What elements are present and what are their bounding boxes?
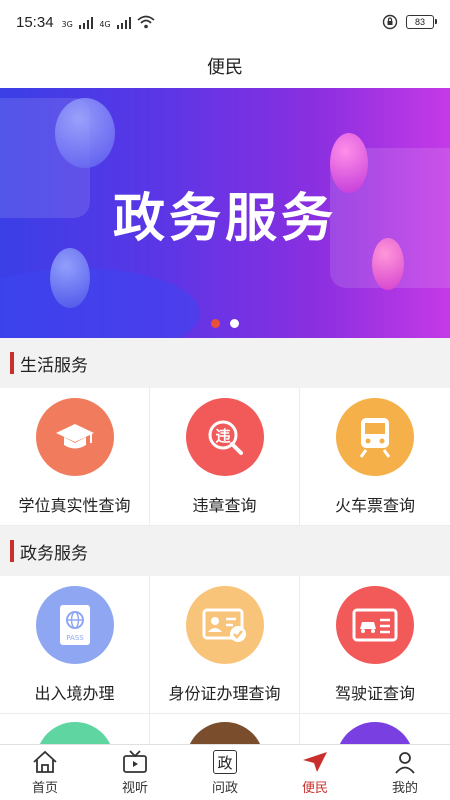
services-next-row-partial (0, 714, 450, 744)
battery-level: 83 (414, 17, 425, 27)
zheng-icon: 政 (213, 749, 237, 775)
status-right: 83 (382, 14, 437, 30)
service-icon-circle (185, 722, 264, 744)
section-title: 政务服务 (20, 543, 88, 564)
tab-label: 便民 (301, 781, 328, 796)
user-icon (393, 749, 417, 775)
tab-home[interactable]: 首页 (0, 745, 90, 800)
banner-decor-blob (50, 248, 90, 308)
service-label: 驾驶证查询 (334, 684, 415, 703)
tab-label: 视听 (121, 781, 148, 796)
bottom-tab-bar: 首页 视听 政 问政 便民 我的 (0, 744, 450, 800)
service-icon-circle (336, 722, 414, 744)
tab-politics[interactable]: 政 问政 (180, 745, 270, 800)
section-header-gov: 政务服务 (0, 526, 450, 576)
service-partial-3[interactable] (300, 714, 450, 744)
send-icon (301, 749, 329, 775)
page-title: 便民 (207, 57, 243, 78)
service-label: 火车票查询 (334, 496, 415, 515)
section-title: 生活服务 (20, 355, 88, 376)
carousel-indicator (0, 319, 450, 328)
service-icon-circle (35, 722, 114, 744)
tab-convenience[interactable]: 便民 (270, 745, 360, 800)
service-partial-1[interactable] (0, 714, 150, 744)
banner-carousel[interactable]: 政务服务 (0, 88, 450, 338)
service-label: 学位真实性查询 (18, 496, 131, 515)
signal-icon (78, 17, 94, 29)
section-accent-bar (10, 352, 14, 374)
service-train-ticket[interactable]: 火车票查询 (300, 388, 450, 526)
train-icon (336, 398, 414, 476)
section-accent-bar (10, 540, 14, 562)
sim2-label: 4G (99, 20, 111, 29)
tab-label: 首页 (31, 781, 58, 796)
app-root: 15:34 3G 4G 83 便民 政务服务 生活服务 学位真实性查询 违 违章… (0, 0, 450, 800)
service-label: 违章查询 (192, 496, 257, 515)
svg-text:违: 违 (215, 427, 230, 445)
home-icon (32, 749, 58, 775)
life-services-grid: 学位真实性查询 违 违章查询 火车票查询 (0, 388, 450, 526)
carousel-dot-2[interactable] (230, 319, 239, 328)
wifi-icon (137, 15, 155, 29)
tab-profile[interactable]: 我的 (360, 745, 450, 800)
service-exit-entry[interactable]: PASS 出入境办理 (0, 576, 150, 714)
title-bar: 便民 (0, 44, 450, 88)
service-degree-verify[interactable]: 学位真实性查询 (0, 388, 150, 526)
signal-group: 3G 4G (62, 15, 156, 29)
status-time: 15:34 (16, 13, 54, 31)
service-id-card[interactable]: 身份证办理查询 (150, 576, 300, 714)
lock-rotation-icon (382, 14, 398, 30)
service-label: 出入境办理 (34, 684, 115, 703)
gov-services-grid: PASS 出入境办理 身份证办理查询 驾驶证查询 (0, 576, 450, 714)
status-bar: 15:34 3G 4G 83 (0, 0, 450, 44)
sim1-label: 3G (61, 20, 73, 29)
service-label: 身份证办理查询 (168, 684, 281, 703)
carousel-dot-1[interactable] (211, 319, 220, 328)
graduation-cap-icon (35, 398, 114, 476)
section-header-life: 生活服务 (0, 338, 450, 388)
service-partial-2[interactable] (150, 714, 300, 744)
tab-label: 问政 (211, 781, 238, 796)
battery-icon: 83 (406, 15, 437, 29)
traffic-violation-icon: 违 (185, 398, 264, 476)
service-violation-query[interactable]: 违 违章查询 (150, 388, 300, 526)
tv-icon (122, 749, 148, 775)
passport-icon: PASS (35, 586, 114, 664)
id-card-icon (185, 586, 264, 664)
driver-license-icon (336, 586, 414, 664)
service-driver-license[interactable]: 驾驶证查询 (300, 576, 450, 714)
svg-text:PASS: PASS (66, 634, 84, 642)
banner-headline: 政务服务 (112, 189, 337, 249)
tab-media[interactable]: 视听 (90, 745, 180, 800)
signal-icon-2 (116, 17, 132, 29)
tab-label: 我的 (391, 781, 418, 796)
banner-decor-blob (55, 98, 115, 168)
